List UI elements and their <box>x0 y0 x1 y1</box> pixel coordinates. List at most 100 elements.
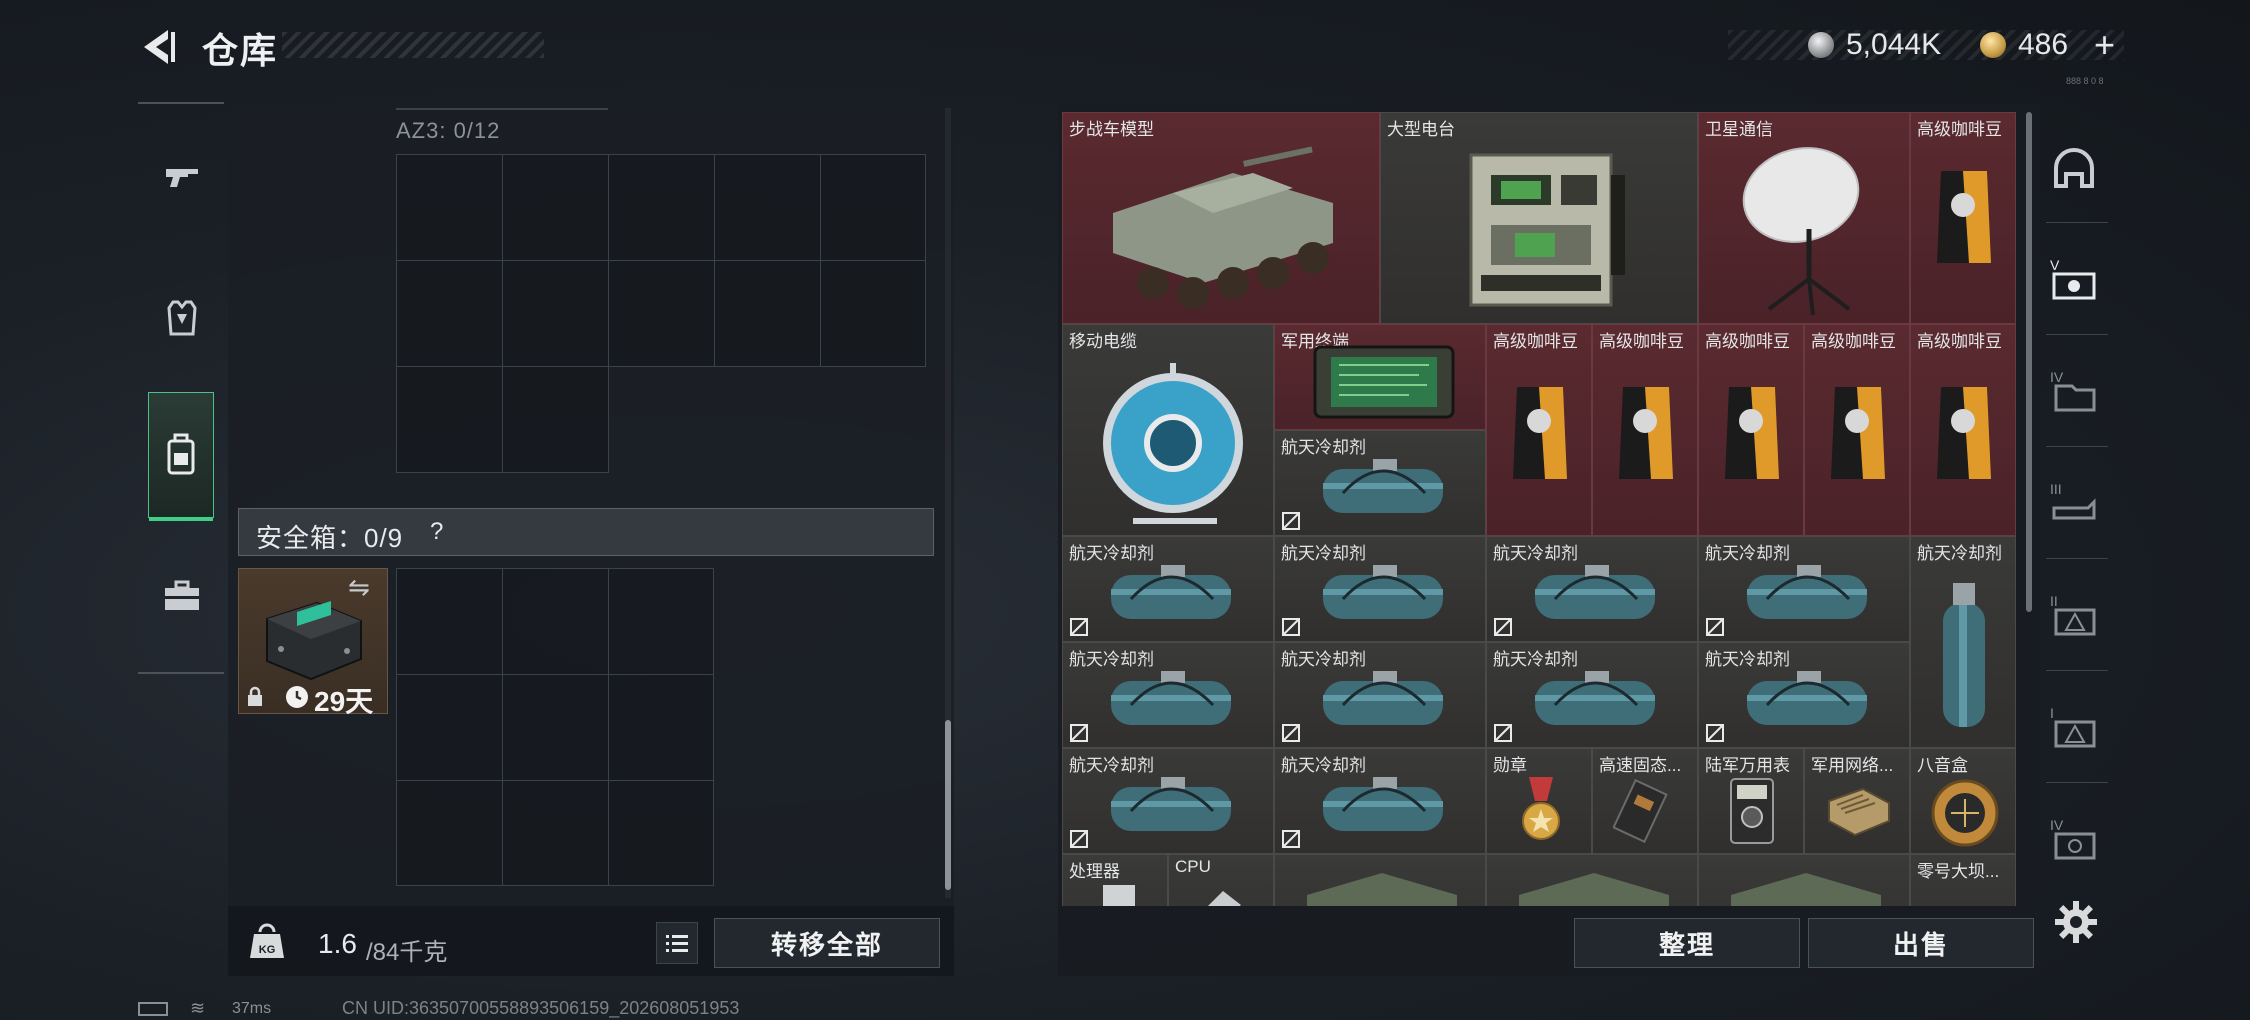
item-processor[interactable]: 处理器 <box>1062 854 1168 906</box>
tab-category-v[interactable]: V <box>2046 234 2102 322</box>
item-aerospace-coolant[interactable]: 航天冷却剂 <box>1274 748 1486 854</box>
item-coffee-beans[interactable]: 高级咖啡豆 <box>1910 324 2016 536</box>
tab-iii-icon: III <box>2050 481 2096 520</box>
tab-toolbox[interactable] <box>148 546 216 646</box>
tab-category-ii[interactable]: II <box>2046 570 2102 658</box>
list-view-button[interactable] <box>656 922 698 964</box>
coolant-tank-icon <box>1747 671 1867 725</box>
coolant-tank-icon <box>1323 671 1443 725</box>
item-aerospace-coolant[interactable]: 航天冷却剂 <box>1698 642 1910 748</box>
item-coffee-beans[interactable]: 高级咖啡豆 <box>1592 324 1698 536</box>
grid-slot[interactable] <box>820 260 926 367</box>
item-satellite-comm[interactable]: 卫星通信 <box>1698 112 1910 324</box>
gun-icon <box>166 169 198 187</box>
coolant-tank-icon <box>1747 565 1867 619</box>
tab-category-iv[interactable]: IV <box>2046 346 2102 434</box>
tab-backpack[interactable] <box>148 392 214 521</box>
silver-balance: 5,044K <box>1846 28 1942 61</box>
grid-slot[interactable] <box>396 780 503 886</box>
item-aerospace-coolant[interactable]: 航天冷却剂 <box>1274 430 1486 536</box>
item-military-network-module[interactable]: 军用网络... <box>1804 748 1910 854</box>
coolant-tank-icon <box>1323 459 1443 513</box>
satellite-dish-icon <box>1742 147 1860 316</box>
sell-button[interactable]: 出售 <box>1808 918 2034 968</box>
tab-category-iv-b[interactable]: IV <box>2046 794 2102 882</box>
back-button[interactable] <box>138 26 180 68</box>
item-aerospace-coolant[interactable]: 航天冷却剂 <box>1062 748 1274 854</box>
grid-slot[interactable] <box>608 568 714 675</box>
coolant-tank-icon <box>1323 565 1443 619</box>
item-coffee-beans[interactable]: 高级咖啡豆 <box>1486 324 1592 536</box>
grid-slot[interactable] <box>608 154 715 261</box>
svg-text:IV: IV <box>2050 817 2064 833</box>
grid-slot[interactable] <box>396 154 503 261</box>
grid-slot[interactable] <box>502 154 609 261</box>
add-gold-button[interactable]: + <box>2094 24 2115 66</box>
item-army-multimeter[interactable]: 陆军万用表 <box>1698 748 1804 854</box>
item-aerospace-coolant[interactable]: 航天冷却剂 <box>1698 536 1910 642</box>
no-sale-icon <box>1494 618 1512 636</box>
sort-button[interactable]: 整理 <box>1574 918 1800 968</box>
grid-slot[interactable] <box>608 780 714 886</box>
tab-weapons[interactable] <box>148 128 216 228</box>
item-aerospace-coolant[interactable]: 航天冷却剂 <box>1486 536 1698 642</box>
grid-slot[interactable] <box>502 260 609 367</box>
item-aerospace-coolant[interactable]: 航天冷却剂 <box>1274 536 1486 642</box>
svg-text:KG: KG <box>259 944 276 956</box>
settings-button[interactable] <box>2052 898 2100 946</box>
grid-slot[interactable] <box>502 674 609 781</box>
item-dam-special[interactable]: 零号大坝... <box>1910 854 2016 906</box>
grid-slot[interactable] <box>502 366 609 473</box>
item-mobile-cable[interactable]: 移动电缆 <box>1062 324 1274 536</box>
grid-slot[interactable] <box>396 674 503 781</box>
item-military-terminal[interactable]: 军用终端 <box>1274 324 1486 430</box>
safe-case-icon <box>266 600 362 681</box>
item-aerospace-coolant[interactable]: 航天冷却剂 <box>1274 642 1486 748</box>
ifv-model-icon <box>1113 146 1333 309</box>
grid-slot[interactable] <box>396 568 503 675</box>
grid-slot[interactable] <box>396 260 503 367</box>
item-aerospace-coolant[interactable]: 航天冷却剂 <box>1062 536 1274 642</box>
safe-box-help-button[interactable]: ? <box>430 518 443 546</box>
item-coffee-beans[interactable]: 高级咖啡豆 <box>1910 112 2016 324</box>
tab-all-items[interactable] <box>2046 126 2102 214</box>
item-radio-station[interactable]: 大型电台 <box>1380 112 1698 324</box>
grid-slot[interactable] <box>502 780 609 886</box>
weight-lock-button[interactable]: KG <box>246 922 288 962</box>
item-name: 高级咖啡豆 <box>1917 332 2002 351</box>
item-crate[interactable] <box>1486 854 1698 906</box>
item-cpu[interactable]: CPU <box>1168 854 1274 906</box>
grid-slot[interactable] <box>396 366 503 473</box>
item-crate[interactable] <box>1274 854 1486 906</box>
crate-icon <box>1731 873 1881 906</box>
grid-slot[interactable] <box>714 260 821 367</box>
item-ifv-model[interactable]: 步战车模型 <box>1062 112 1380 324</box>
rail-divider <box>2046 558 2108 559</box>
music-box-icon <box>1931 779 1999 847</box>
rail-divider <box>138 672 224 674</box>
grid-slot[interactable] <box>608 260 715 367</box>
item-coffee-beans[interactable]: 高级咖啡豆 <box>1804 324 1910 536</box>
item-high-speed-ssd[interactable]: 高速固态... <box>1592 748 1698 854</box>
tab-armor[interactable] <box>148 268 216 368</box>
item-music-box[interactable]: 八音盒 <box>1910 748 2016 854</box>
swap-icon[interactable]: ⇋ <box>348 572 370 603</box>
grid-slot[interactable] <box>502 568 609 675</box>
item-coffee-beans[interactable]: 高级咖啡豆 <box>1698 324 1804 536</box>
medal-icon <box>1522 777 1560 840</box>
backpack-icon <box>167 433 195 475</box>
transfer-all-button[interactable]: 转移全部 <box>714 918 940 968</box>
grid-slot[interactable] <box>820 154 926 261</box>
backpack-scrollbar-thumb[interactable] <box>945 720 951 890</box>
item-crate[interactable] <box>1698 854 1910 906</box>
coolant-tank-icon <box>1535 671 1655 725</box>
item-aerospace-coolant-vertical[interactable]: 航天冷却剂 <box>1910 536 2016 748</box>
item-medal[interactable]: 勋章 <box>1486 748 1592 854</box>
item-aerospace-coolant[interactable]: 航天冷却剂 <box>1062 642 1274 748</box>
item-aerospace-coolant[interactable]: 航天冷却剂 <box>1486 642 1698 748</box>
warehouse-scrollbar[interactable] <box>2026 112 2032 612</box>
tab-category-iii[interactable]: III <box>2046 458 2102 546</box>
grid-slot[interactable] <box>714 154 821 261</box>
grid-slot[interactable] <box>608 674 714 781</box>
tab-category-i[interactable]: I <box>2046 682 2102 770</box>
